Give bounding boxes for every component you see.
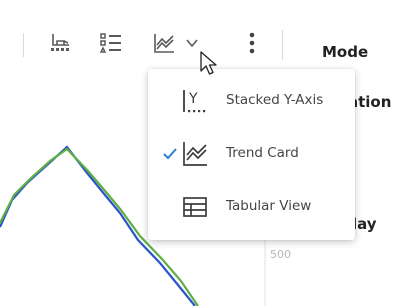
menu-item-label: Tabular View <box>226 198 312 214</box>
chevron-down-icon <box>186 39 198 48</box>
trend-chart-button[interactable] <box>151 30 177 56</box>
svg-text:Y: Y <box>188 91 198 107</box>
axis-settings-button[interactable] <box>48 30 74 56</box>
menu-item-label: Stacked Y-Axis <box>226 92 324 108</box>
trend-chart-icon <box>154 34 174 53</box>
tabular-view-icon <box>183 197 207 217</box>
menu-item-tabular-view[interactable]: Tabular View <box>148 185 355 229</box>
menu-item-trend-card[interactable]: Trend Card <box>148 132 355 176</box>
checkmark-icon <box>163 148 177 160</box>
more-vert-icon <box>249 32 255 54</box>
legend-list-button[interactable] <box>98 30 124 56</box>
view-options-menu: Y Stacked Y-Axis Trend Card Tabular View <box>148 69 355 240</box>
mode-label: Mode <box>322 43 369 61</box>
legend-list-icon <box>99 33 121 53</box>
panel-item-partial-lay: lay <box>352 215 377 233</box>
toolbar-separator-right <box>282 30 283 60</box>
menu-item-stacked-y-axis[interactable]: Y Stacked Y-Axis <box>148 79 355 123</box>
more-options-button[interactable] <box>239 30 265 56</box>
menu-item-label: Trend Card <box>226 145 299 161</box>
y-axis-tick-label: 500 <box>270 248 291 261</box>
mouse-cursor-icon <box>200 51 217 75</box>
axis-settings-icon <box>51 34 69 51</box>
stacked-y-axis-icon: Y <box>183 90 206 113</box>
toolbar-separator-left <box>23 33 24 57</box>
trend-card-icon <box>183 142 207 166</box>
